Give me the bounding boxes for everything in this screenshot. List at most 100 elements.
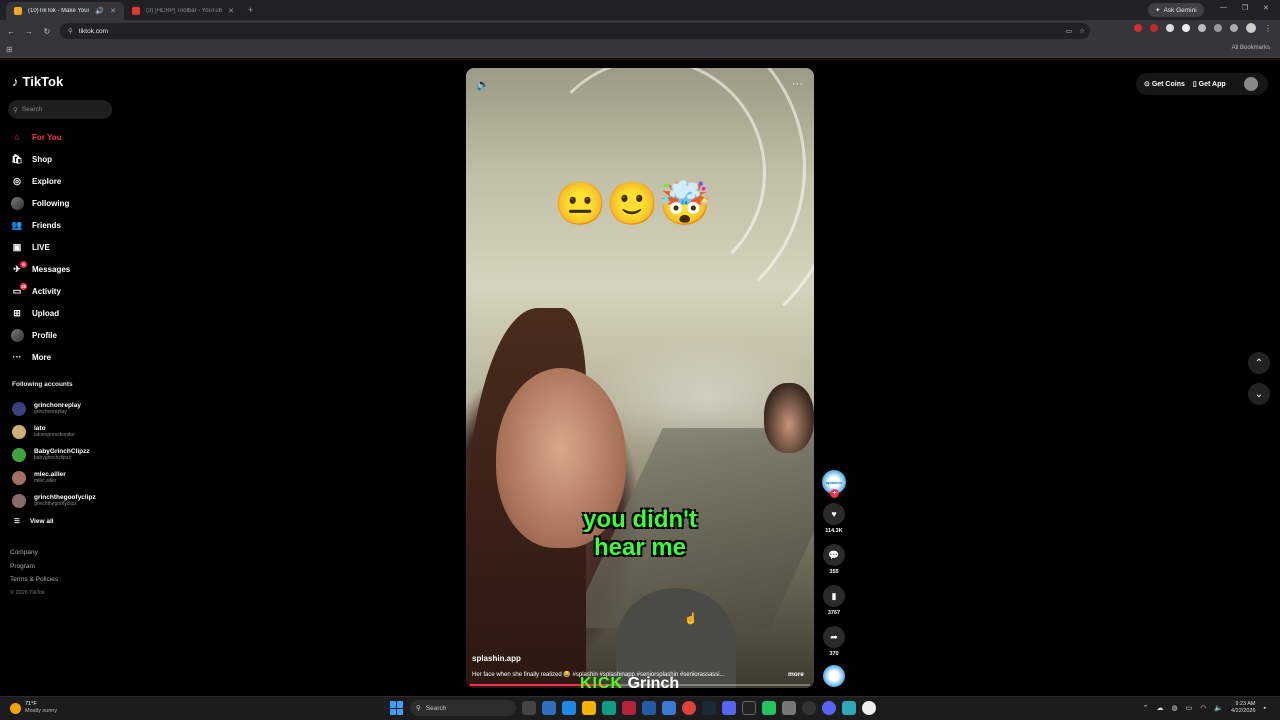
wifi-icon[interactable]: ◠ [1200,704,1206,712]
extension-icon[interactable] [1134,24,1142,32]
cloud-icon[interactable]: ☁ [1156,704,1163,712]
app-icon[interactable] [842,701,856,715]
music-disc-icon[interactable] [823,665,845,687]
volume-icon[interactable]: 🔈 [476,78,490,91]
obs-icon[interactable] [862,701,876,715]
app-icon[interactable] [622,701,636,715]
share-action[interactable]: ➦ 370 [820,626,848,658]
more-link[interactable]: more [788,671,804,678]
extension-icon[interactable] [1182,24,1190,32]
close-tab-icon[interactable]: ✕ [228,7,234,15]
windows-start-icon[interactable] [390,701,404,715]
profile-avatar-icon[interactable] [1246,23,1256,33]
new-tab-icon[interactable]: + [248,5,253,15]
file-explorer-icon[interactable] [582,701,596,715]
steam-icon[interactable] [702,701,716,715]
app-icon[interactable] [782,701,796,715]
app-icon[interactable] [762,701,776,715]
sidebar-item-messages[interactable]: ✈ 6 Messages [10,258,120,280]
site-info-icon[interactable]: ⚲ [68,27,73,35]
monitor-icon[interactable]: ▭ [1186,704,1193,712]
next-video-button[interactable]: ⌄ [1248,383,1270,405]
weather-widget[interactable]: 71°F Mostly sunny [10,701,57,715]
following-account-item[interactable]: grinchthegoofyclipz grinchthegoofyclipz [12,489,122,512]
terminal-icon[interactable] [742,701,756,715]
share-icon[interactable]: ➦ [823,626,845,648]
tab-tiktok[interactable]: (10)TikTok - Make Your Day 🔊 ✕ [6,2,124,20]
address-bar[interactable]: ⚲ tiktok.com ▭ ☆ [60,23,1090,39]
following-account-item[interactable]: lato latoexpressbonitor [12,420,122,443]
back-icon[interactable]: ← [2,27,20,36]
get-coins-button[interactable]: ⊙ Get Coins [1144,80,1185,88]
app-icon[interactable] [642,701,656,715]
comment-icon[interactable]: 💬 [823,544,845,566]
volume-icon[interactable]: 🔈 [1214,704,1223,712]
extension-icon[interactable] [1150,24,1158,32]
sidebar-item-for-you[interactable]: ⌂ For You [10,126,120,148]
app-icon[interactable] [542,701,556,715]
discord-icon[interactable] [822,701,836,715]
footer-link-company[interactable]: Company [10,549,58,563]
sidepanel-icon[interactable] [1230,24,1238,32]
like-action[interactable]: ♥ 114.3K [820,503,848,535]
sidebar-item-friends[interactable]: 👥 Friends [10,214,120,236]
app-icon[interactable] [662,701,676,715]
app-icon[interactable] [562,701,576,715]
reload-icon[interactable]: ↻ [38,27,56,36]
extension-icon[interactable] [1166,24,1174,32]
edge-icon[interactable] [602,701,616,715]
media-icon[interactable] [1214,24,1222,32]
comment-action[interactable]: 💬 355 [820,544,848,576]
heart-icon[interactable]: ♥ [823,503,845,525]
sidebar-item-upload[interactable]: ⊞ Upload [10,302,120,324]
close-window-icon[interactable]: ✕ [1263,4,1269,12]
audio-icon[interactable]: 🔊 [95,7,104,15]
network-icon[interactable]: ◍ [1171,704,1177,712]
sidebar-item-following[interactable]: Following [10,192,120,214]
footer-link-program[interactable]: Program [10,563,58,577]
search-input[interactable]: ⚲ Search [8,100,112,119]
following-account-item[interactable]: mlec.ailler mlec.ailler [12,466,122,489]
follow-plus-icon[interactable]: + [830,489,839,498]
get-app-button[interactable]: ▯ Get App [1193,80,1226,88]
close-tab-icon[interactable]: ✕ [110,7,116,15]
extensions-puzzle-icon[interactable] [1198,24,1206,32]
bookmark-icon[interactable]: ▮ [823,585,845,607]
creator-avatar[interactable]: splashin + [822,470,846,498]
save-action[interactable]: ▮ 3767 [820,585,848,617]
sidebar-item-profile[interactable]: Profile [10,324,120,346]
restore-icon[interactable]: ❐ [1242,4,1248,12]
app-icon[interactable] [722,701,736,715]
cast-icon[interactable]: ▭ [1066,27,1072,35]
forward-icon[interactable]: → [20,27,38,36]
video-player[interactable]: 🔈 ··· 😐🙂🤯 you didn't hear me splashin.ap… [466,68,814,688]
sidebar-item-more[interactable]: ··· More [10,346,120,368]
chevron-up-icon[interactable]: ⌃ [1143,704,1149,712]
sidebar-item-shop[interactable]: 🛍 Shop [10,148,120,170]
notification-icon[interactable]: ▪ [1264,705,1266,712]
video-author[interactable]: splashin.app [472,654,521,663]
all-bookmarks-link[interactable]: All Bookmarks [1232,45,1270,51]
menu-kebab-icon[interactable]: ⋮ [1264,24,1272,33]
app-icon[interactable] [802,701,816,715]
user-avatar[interactable] [1244,77,1258,91]
sidebar-item-activity[interactable]: ▭ 10 Activity [10,280,120,302]
tiktok-logo[interactable]: ♪ TikTok [12,74,63,89]
tab-youtube[interactable]: (3) [HCRP] Toolbar - YouTube ✕ [124,2,242,20]
task-view-icon[interactable] [522,701,536,715]
chrome-icon[interactable] [682,701,696,715]
previous-video-button[interactable]: ⌃ [1248,352,1270,374]
minimize-icon[interactable]: — [1220,4,1227,11]
sidebar-item-live[interactable]: ▣ LIVE [10,236,120,258]
more-options-icon[interactable]: ··· [792,78,803,90]
footer-link-terms[interactable]: Terms & Policies [10,576,58,590]
clock[interactable]: 9:23 AM 4/22/2026 [1231,701,1255,715]
ask-gemini-button[interactable]: ✦ Ask Gemini [1148,3,1204,17]
view-all-link[interactable]: ☰ View all [14,517,54,526]
sidebar-item-explore[interactable]: ◎ Explore [10,170,120,192]
taskbar-search[interactable]: ⚲ Search [410,700,516,716]
following-account-item[interactable]: BabyGrinchClipzz babygrinchclipzz [12,443,122,466]
apps-grid-icon[interactable]: ⊞ [6,45,13,54]
bookmark-star-icon[interactable]: ☆ [1079,27,1085,35]
following-account-item[interactable]: grinchonreplay grinchonreplay [12,397,122,420]
